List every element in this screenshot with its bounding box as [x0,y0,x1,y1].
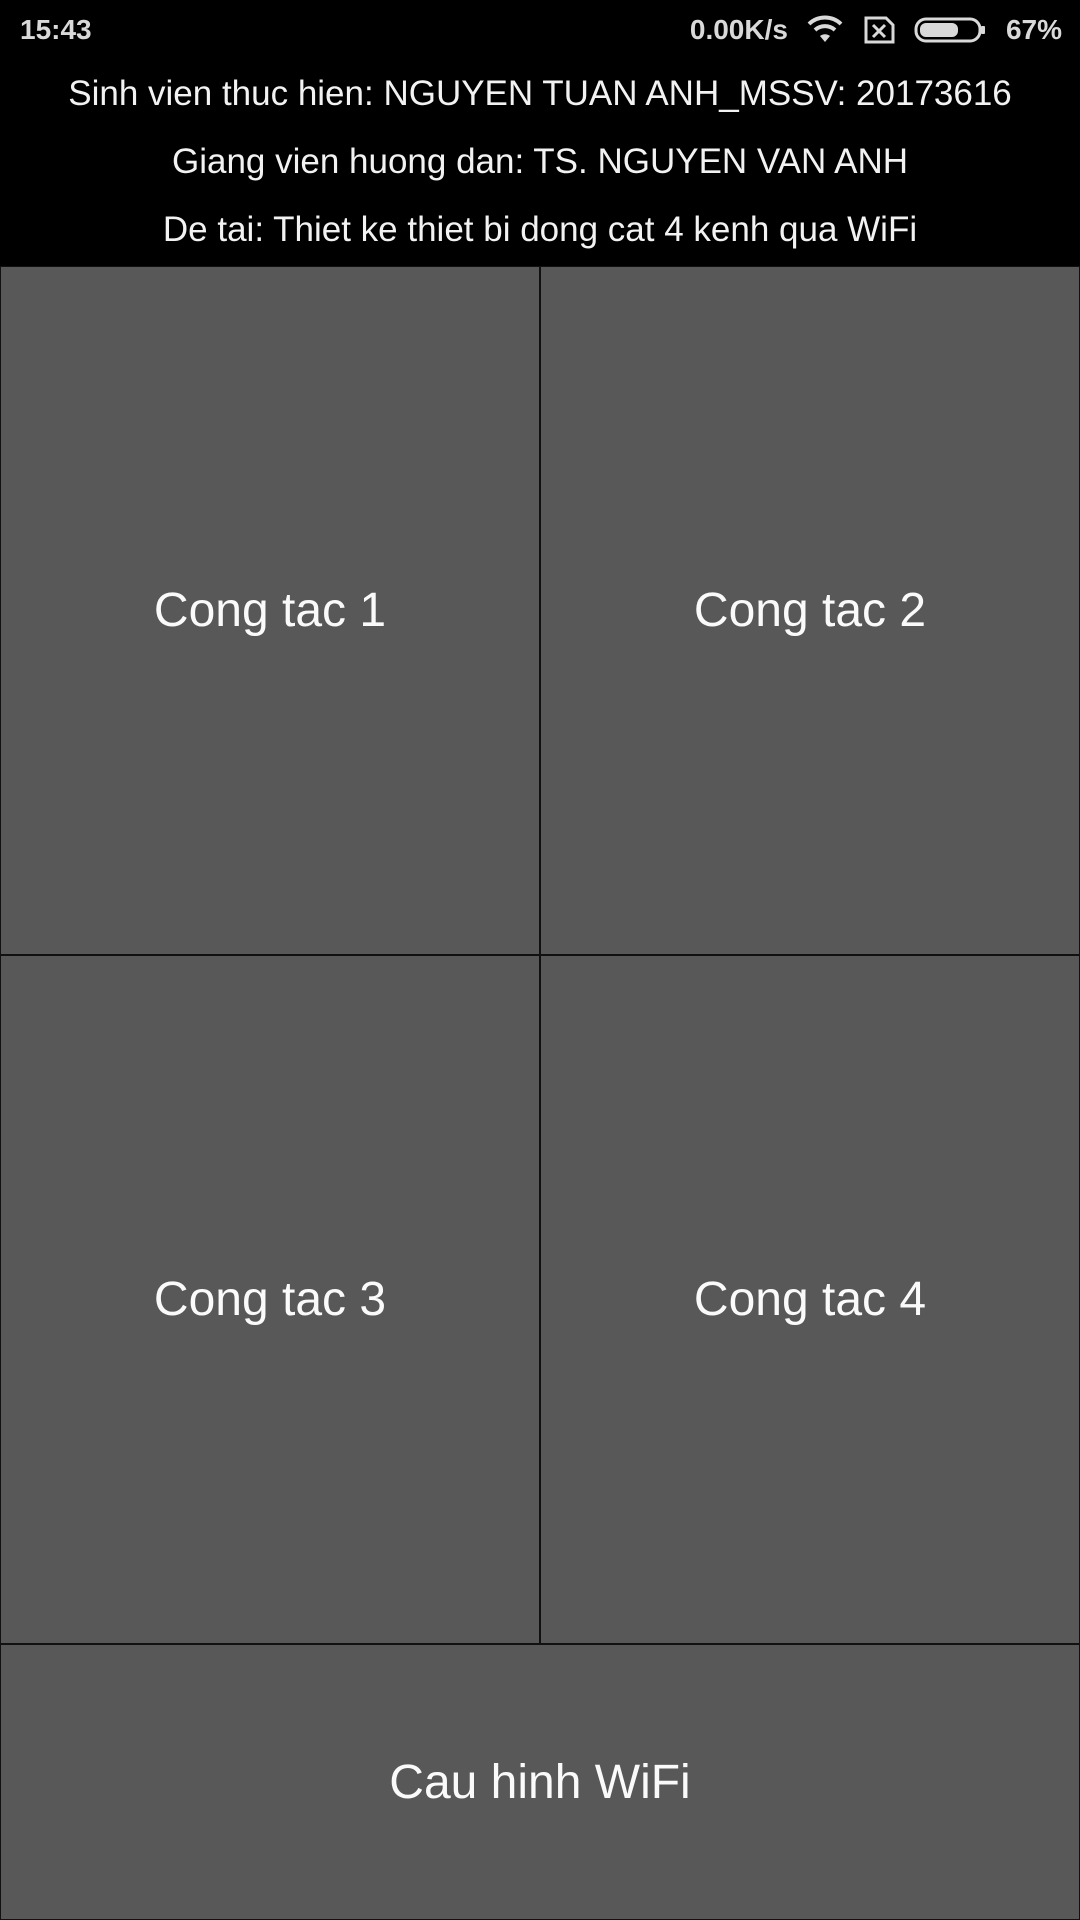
wifi-config-button[interactable]: Cau hinh WiFi [0,1644,1080,1920]
switch-grid: Cong tac 1 Cong tac 2 Cong tac 3 Cong ta… [0,266,1080,1644]
status-bar: 15:43 0.00K/s 67% [0,0,1080,60]
switch-1-button[interactable]: Cong tac 1 [0,266,540,955]
switch-4-button[interactable]: Cong tac 4 [540,955,1080,1644]
network-speed: 0.00K/s [689,14,788,45]
project-info: Sinh vien thuc hien: NGUYEN TUAN ANH_MSS… [0,60,1080,266]
student-info: Sinh vien thuc hien: NGUYEN TUAN ANH_MSS… [68,74,1012,113]
status-icons: 0.00K/s 67% [690,14,1062,46]
wifi-icon [806,15,844,45]
status-time: 15:43 [20,14,92,45]
no-sim-icon [862,15,896,45]
switch-2-button[interactable]: Cong tac 2 [540,266,1080,955]
topic-info: De tai: Thiet ke thiet bi dong cat 4 ken… [162,210,918,249]
app-screen: 15:43 0.00K/s 67% Sinh vien thuc hien: N… [0,0,1080,1920]
advisor-info: Giang vien huong dan: TS. NGUYEN VAN ANH [171,142,908,181]
battery-percent: 67% [1005,14,1062,45]
battery-icon [914,15,988,45]
switch-3-button[interactable]: Cong tac 3 [0,955,540,1644]
